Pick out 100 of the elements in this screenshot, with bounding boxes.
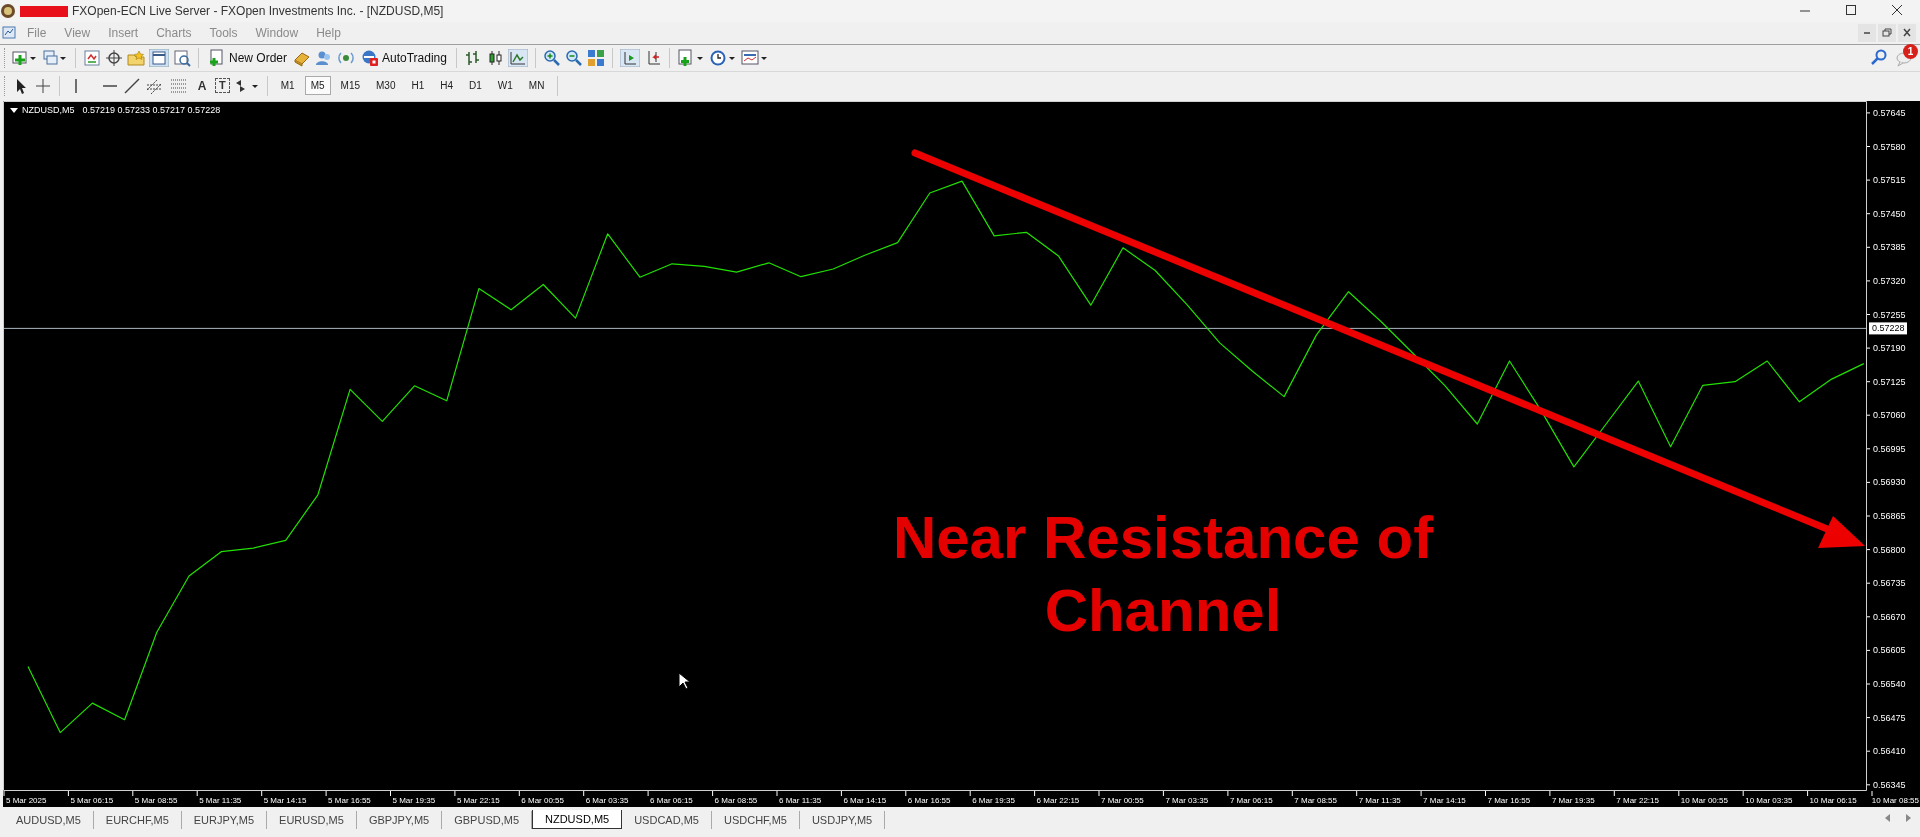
price-tick-label: 0.57450 [1873,208,1906,219]
time-tick-label: 6 Mar 03:35 [585,796,629,805]
zoom-out-icon[interactable] [564,49,583,67]
current-price-label: 0.57228 [1869,322,1907,335]
time-tick-label: 7 Mar 11:35 [1358,796,1401,805]
search-icon[interactable] [1870,49,1888,67]
time-tick-label: 6 Mar 22:15 [1036,796,1080,805]
chart-annotation: Near Resistance of Channel [891,503,1435,646]
period-button[interactable]: M30 [370,76,402,95]
time-tick-label: 7 Mar 06:15 [1229,796,1273,805]
minimize-button[interactable] [1858,24,1876,42]
tile-windows-icon[interactable] [586,49,605,67]
text-label-tool[interactable]: T [215,78,230,93]
close-button[interactable] [1898,24,1916,42]
autotrading-button[interactable]: AutoTrading [359,49,449,67]
time-tick-label: 6 Mar 16:55 [907,796,951,805]
text-tool[interactable]: A [193,78,211,93]
auto-scroll-icon[interactable] [619,49,640,67]
star-folder-icon[interactable] [127,49,145,67]
price-tick-label: 0.57645 [1873,107,1906,118]
people-icon[interactable] [315,49,333,67]
time-tick-label: 6 Mar 11:35 [779,796,822,805]
time-tick-label: 6 Mar 06:15 [650,796,693,805]
fibonacci-icon[interactable] [169,76,189,95]
price-tick-label: 0.57320 [1873,275,1906,286]
market-watch-icon[interactable] [83,49,101,67]
new-chart-icon[interactable] [12,49,38,67]
price-tick-label: 0.56670 [1873,611,1906,622]
time-tick-label: 7 Mar 14:15 [1423,796,1466,805]
time-tick-label: 7 Mar 19:35 [1551,796,1595,805]
crosshair-icon[interactable] [105,49,123,67]
chart-symbol: NZDUSD,M5 [22,105,75,115]
price-tick-label: 0.57190 [1873,343,1906,354]
templates-icon[interactable] [740,49,769,67]
window-title: FXOpen-ECN Live Server - FXOpen Investments Inc. - [NZDUSD,M5] [72,4,445,18]
price-tick-label: 0.57385 [1873,242,1906,253]
clock-icon[interactable] [708,49,737,67]
robot-stop-icon [361,49,379,67]
indicators-icon[interactable] [676,49,705,67]
time-tick-label: 5 Mar 08:55 [134,796,178,805]
time-tick-label: 6 Mar 14:15 [843,796,887,805]
time-tick-label: 7 Mar 00:55 [1101,796,1144,805]
period-button[interactable]: H4 [434,76,460,95]
time-tick-label: 7 Mar 16:55 [1487,796,1531,805]
price-tick-label: 0.57515 [1873,175,1906,186]
trendline-icon[interactable] [123,76,141,95]
period-button[interactable]: M15 [334,76,366,95]
line-chart-icon[interactable] [507,49,528,67]
time-tick-label: 5 Mar 16:55 [328,796,371,805]
document-plus-icon [208,49,226,67]
minimize-icon [1799,10,1811,12]
time-tick-label: 5 Mar 14:15 [263,796,307,805]
time-tick-label: 6 Mar 08:55 [714,796,758,805]
price-tick-label: 0.57060 [1873,410,1906,421]
chart-tab[interactable]: NZDUSD,M5 [532,810,623,829]
period-button[interactable]: MN [522,76,551,95]
period-button[interactable]: M5 [304,76,331,95]
signal-icon[interactable] [337,49,355,67]
app-icon [0,2,16,20]
price-tick-label: 0.56800 [1873,544,1906,555]
time-tick-label: 10 Mar 00:55 [1680,796,1728,805]
chart-window-icon [0,24,18,42]
price-tick-label: 0.56735 [1873,578,1906,589]
period-button[interactable]: W1 [491,76,519,95]
time-tick-label: 7 Mar 03:35 [1165,796,1209,805]
time-tick-label: 5 Mar 06:15 [70,796,114,805]
price-tick-label: 0.57580 [1873,141,1906,152]
time-tick-label: 5 Mar 2025 [6,796,47,805]
time-tick-label: 5 Mar 11:35 [199,796,242,805]
price-tick-label: 0.57125 [1873,376,1906,387]
restore-button[interactable] [1878,24,1896,42]
new-order-button[interactable]: New Order [206,49,289,67]
price-tick-label: 0.56540 [1873,679,1906,689]
period-button[interactable]: H1 [405,76,431,95]
period-button[interactable]: D1 [463,76,488,95]
notification-badge: 1 [1903,44,1918,59]
price-tick-label: 0.56345 [1873,779,1906,790]
period-button[interactable]: M1 [274,76,301,95]
price-tick-label: 0.56865 [1873,511,1906,521]
time-tick-label: 5 Mar 19:35 [392,796,436,805]
minimize-icon [1863,32,1871,34]
zoom-in-icon[interactable] [542,49,561,67]
price-tick-label: 0.56995 [1873,443,1906,454]
price-tick-label: 0.56605 [1873,645,1906,656]
price-quote: 0.57219 0.57233 0.57217 0.57228 [82,105,221,115]
bar-chart-icon[interactable] [463,49,482,67]
time-tick-label: 7 Mar 08:55 [1294,796,1337,805]
time-tick-label: 10 Mar 08:55 [1871,796,1919,805]
price-tick-label: 0.56410 [1873,746,1906,757]
profiles-icon[interactable] [42,49,68,67]
price-tick-label: 0.56475 [1873,712,1906,723]
time-tick-label: 5 Mar 22:15 [456,796,500,805]
redaction-bar [20,5,68,17]
mouse-pointer-icon [678,672,692,690]
time-tick-label: 6 Mar 00:55 [521,796,564,805]
time-tick-label: 10 Mar 06:15 [1809,796,1857,805]
tester-icon[interactable] [173,49,191,67]
terminal-icon[interactable] [149,49,169,67]
dropdown-triangle-icon[interactable] [10,106,18,114]
time-tick-label: 7 Mar 22:15 [1616,796,1659,805]
